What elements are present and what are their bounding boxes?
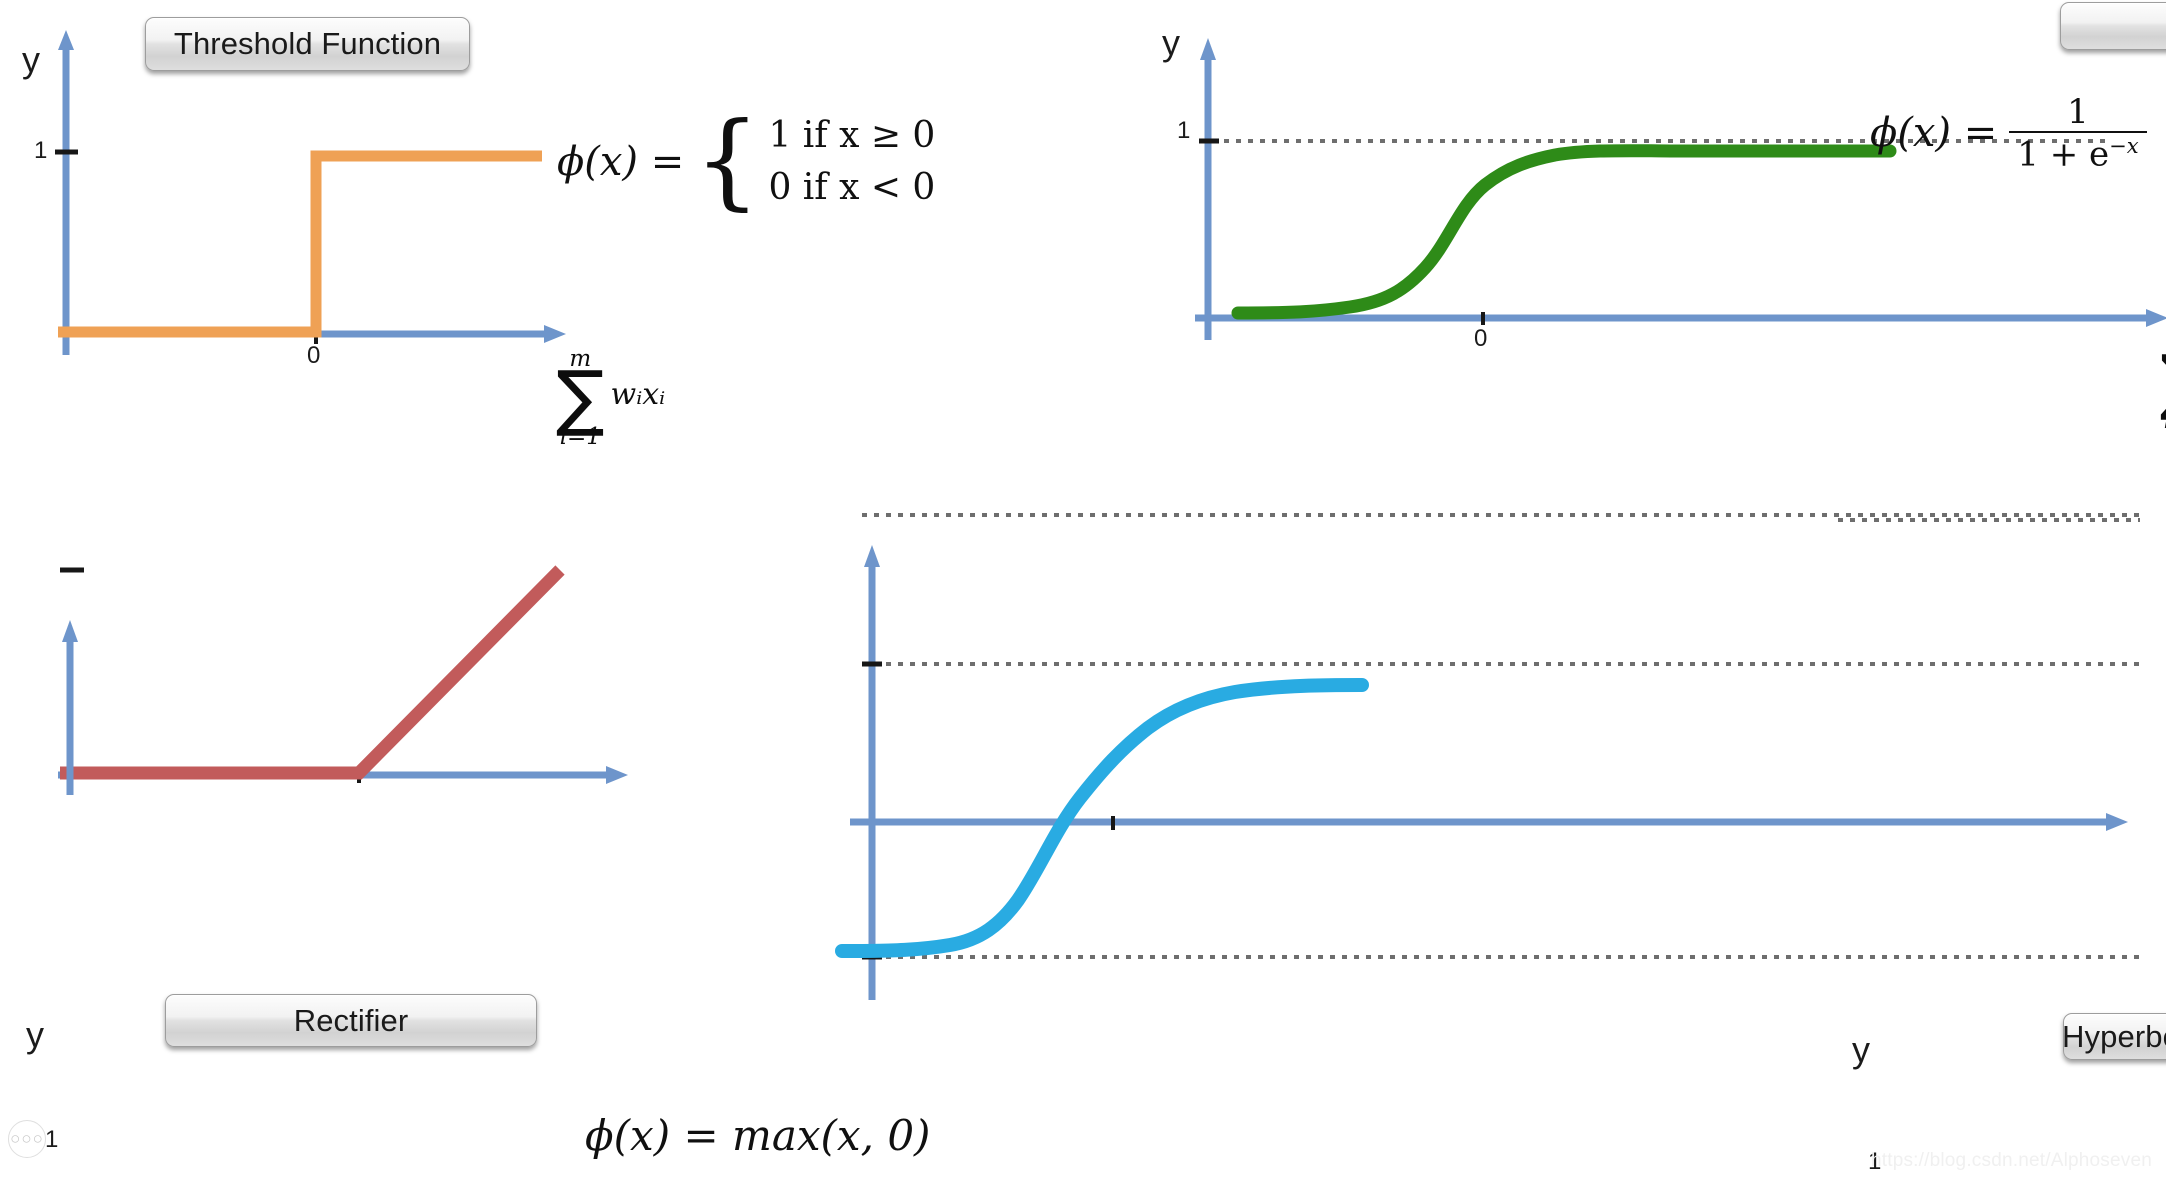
sigmoid-curve (1231, 144, 1897, 320)
threshold-plot (55, 30, 566, 355)
watermark-text: https://blog.csdn.net/Alphoseven (1870, 1150, 2152, 1171)
x-axis-arrowhead (606, 766, 628, 784)
formula-expression: (x) = max(x, 0) (613, 1111, 931, 1160)
x-tick-label-0: 0 (1474, 325, 1488, 352)
y-axis-arrowhead (1200, 38, 1216, 60)
formula-case-2: 0 if x < 0 (768, 167, 936, 208)
sigmoid-plot (1195, 38, 2166, 340)
tanh-plot-actual-svg (835, 545, 2140, 1000)
x-axis-summation-label: m ∑ i=1 wᵢxᵢ (556, 348, 665, 449)
sigma-icon: ∑ (2160, 345, 2166, 417)
formula-lhs: ϕ(x) = (1870, 110, 1998, 157)
y-axis-label: y (26, 1014, 44, 1055)
title-button-threshold[interactable]: Threshold Function (145, 17, 470, 71)
x-axis-arrowhead (2146, 309, 2166, 327)
slide-canvas: Threshold Function y 1 0 ϕ(x) = { 1 if x… (0, 0, 2166, 1180)
summation-stack: m ∑ i=1 (556, 348, 605, 449)
y-axis-arrowhead (62, 620, 78, 642)
fraction-denominator: 1 + e−x (2017, 133, 2139, 175)
formula-lhs: ϕ(x) = (557, 139, 685, 185)
formula-rectifier: ϕ(x) = max(x, 0) (585, 1115, 930, 1157)
x-tick-label-0: 0 (307, 342, 321, 369)
x-axis-summation-label: m ∑ i=1 wᵢxᵢ (2160, 332, 2166, 433)
y-axis-label: y (22, 39, 40, 80)
y-tick-label-1: 1 (34, 137, 48, 164)
panel-hyperbolic-tangent: Hyperbolic Tangent (tanh) y 1 -1 0 ϕ(x) … (835, 513, 2166, 1180)
panel-sigmoid: Sigmoid y 1 0 ϕ(x) = 1 1 + e−x m ∑ i=1 w… (1100, 0, 2166, 580)
y-tick-label-1: 1 (1177, 117, 1191, 144)
formula-cases: 1 if x ≥ 0 0 if x < 0 (768, 118, 935, 206)
formula-fraction: 1 1 + e−x (2009, 92, 2147, 175)
title-button-sigmoid[interactable]: Sigmoid (2060, 2, 2166, 50)
rectifier-curve (60, 565, 565, 780)
title-button-rectifier[interactable]: Rectifier (165, 994, 537, 1047)
panel-rectifier: Rectifier y 1 0 ϕ(x) = max(x, 0) m ∑ i=1… (0, 565, 1100, 1180)
rectifier-plot (58, 565, 628, 795)
panel-threshold-function: Threshold Function y 1 0 ϕ(x) = { 1 if x… (0, 0, 1100, 580)
summation-body: wᵢxᵢ (610, 376, 666, 412)
fraction-numerator: 1 (2067, 92, 2089, 132)
x-axis-arrowhead (2106, 813, 2128, 831)
formula-threshold: ϕ(x) = { 1 if x ≥ 0 0 if x < 0 (557, 98, 935, 221)
title-label: Threshold Function (173, 26, 442, 61)
x-axis-arrowhead (544, 325, 566, 343)
title-button-tanh[interactable]: Hyperbolic Tangent (tanh) (2062, 1013, 2166, 1060)
threshold-curve (58, 150, 542, 338)
formula-brace: { (694, 98, 761, 221)
title-label: Rectifier (293, 1002, 409, 1038)
formula-case-1: 1 if x ≥ 0 (768, 115, 936, 156)
summation-lower-limit: i=1 (559, 424, 601, 451)
y-axis-arrowhead (58, 30, 74, 50)
title-label: Hyperbolic Tangent (tanh) (2062, 1018, 2166, 1054)
y-axis-label: y (1162, 22, 1180, 63)
y-tick-label-1: 1 (45, 1126, 59, 1153)
summation-stack: m ∑ i=1 (2160, 332, 2166, 433)
formula-phi: ϕ (585, 1111, 614, 1160)
y-axis-label: y (1852, 1029, 1870, 1070)
sigma-icon: ∑ (556, 355, 605, 439)
corner-badge-icon[interactable]: ○○○ (8, 1120, 46, 1158)
formula-sigmoid: ϕ(x) = 1 1 + e−x (1870, 93, 2147, 173)
